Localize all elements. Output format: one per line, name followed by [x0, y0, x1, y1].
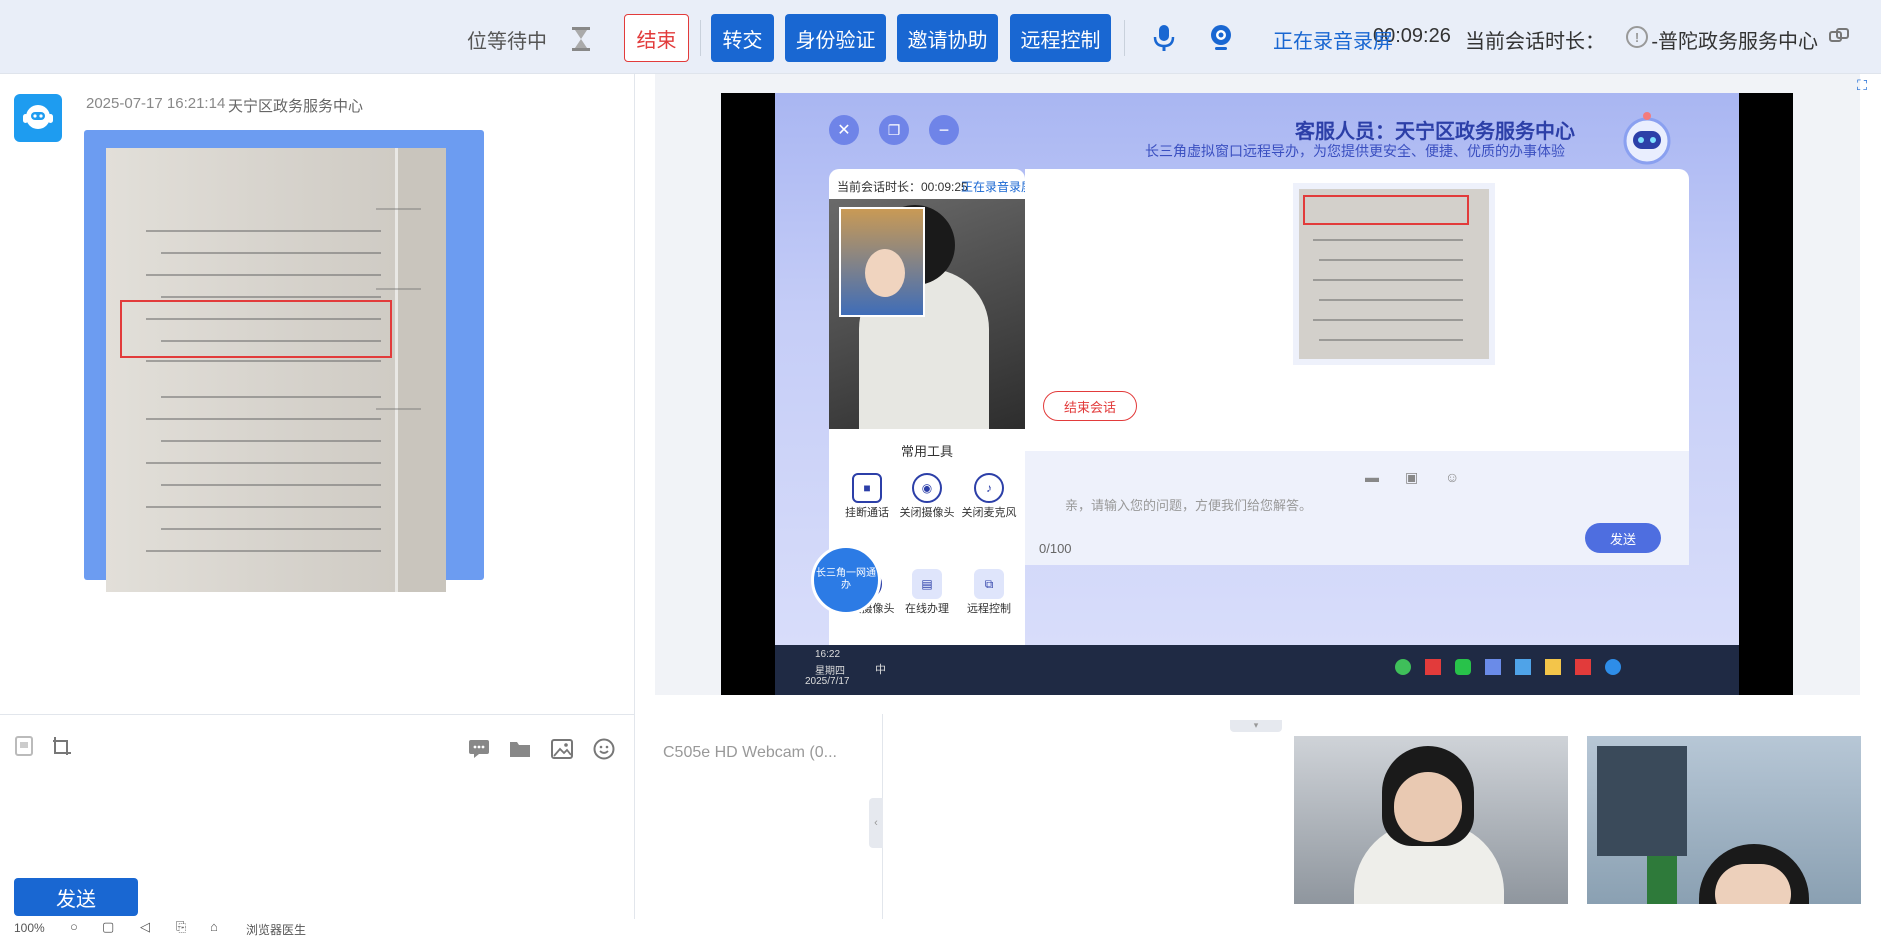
end-session-button[interactable]: 结束会话: [1043, 391, 1137, 421]
identity-verify-button[interactable]: 身份验证: [785, 14, 886, 62]
image-icon[interactable]: [550, 737, 574, 761]
end-button[interactable]: 结束: [624, 14, 689, 62]
remote-screen-view[interactable]: ✕ ❐ − 客服人员：天宁区政务服务中心 长三角虚拟窗口远程导办，为您提供更安全…: [655, 74, 1867, 732]
remote-document-thumb: [1293, 183, 1495, 365]
folder-icon-remote[interactable]: ▬: [1365, 469, 1379, 485]
collapse-handle[interactable]: ‹: [869, 798, 883, 848]
remote-send-button[interactable]: 发送: [1585, 523, 1661, 553]
zoom-icon[interactable]: ○: [70, 919, 78, 934]
taskbar-lang: 中: [875, 664, 886, 676]
top-toolbar: 普陀政务服务中心- ! 00:09:26 当前会话时长： 正在录音录屏 远程控制…: [0, 0, 1881, 74]
tools-title: 常用工具: [901, 444, 954, 459]
remote-input-placeholder: 亲，请输入您的问题，方便我们给您解答。: [1065, 498, 1313, 513]
queue-status: 位等待中: [467, 31, 547, 53]
camera-off-tool[interactable]: ◉ 关闭摄像头: [899, 473, 955, 521]
agent-video-thumb[interactable]: [1294, 736, 1568, 904]
info-icon[interactable]: !: [1626, 26, 1648, 48]
remote-subtitle: 长三角虚拟窗口远程导办，为您提供更安全、便捷、优质的办事体验: [1145, 143, 1565, 159]
document-photo[interactable]: [106, 148, 446, 592]
camera-icon[interactable]: [1206, 22, 1236, 54]
taskbar-time: 16:22: [815, 649, 841, 660]
minimize-icon[interactable]: −: [929, 115, 959, 145]
chat-panel: 天宁区政务服务中心 2025-07-17 16:21:14: [0, 74, 635, 714]
webcam-name[interactable]: C505e HD Webcam (0...: [663, 744, 837, 762]
audio-icon[interactable]: ◁: [140, 919, 150, 935]
highlight-box: [120, 300, 392, 358]
char-count: 0/100: [1039, 541, 1072, 556]
screenshot-icon[interactable]: [14, 735, 34, 757]
quick-reply-icon[interactable]: [467, 737, 491, 761]
hangup-tool[interactable]: ■ 挂断通话: [839, 473, 895, 521]
agent-avatar: [14, 94, 62, 142]
remote-input-box[interactable]: ☺ ▣ ▬ 亲，请输入您的问题，方便我们给您解答。 0/100 发送: [1025, 451, 1689, 565]
chat-sender: 天宁区政务服务中心: [228, 98, 364, 115]
video-tools-column: 当前会话时长：00:09:25 正在录音录屏 常用工具 ■ 挂断通话: [829, 169, 1025, 565]
remote-chat-area: 结束会话 ☺ ▣ ▬ 亲，请输入您的问题，方便我们给您解答。 0/100 发送: [1025, 169, 1689, 565]
image-icon-remote[interactable]: ▣: [1405, 469, 1418, 486]
center-name: 普陀政务服务中心-: [1651, 31, 1818, 53]
close-icon[interactable]: ✕: [829, 115, 859, 145]
message-input-area: 发送: [0, 714, 635, 919]
browser-doctor[interactable]: 浏览器医生: [246, 921, 306, 938]
badge-icon: 长三角一网通办: [811, 545, 881, 615]
session-label: 当前会话时长：: [1465, 31, 1605, 53]
expand-handle[interactable]: ▾: [1230, 720, 1282, 732]
remote-control-tool[interactable]: ⧉ 远程控制: [959, 569, 1019, 617]
remote-taskbar: 16:22 星期四 2025/7/17 中: [775, 645, 1739, 695]
restore-icon[interactable]: ❐: [879, 115, 909, 145]
window-icon[interactable]: ▢: [102, 919, 114, 935]
taskbar-day: 星期四: [815, 666, 845, 677]
hourglass-icon: [568, 25, 594, 53]
transfer-button[interactable]: 转交: [711, 14, 774, 62]
robot-icon: [1617, 109, 1677, 169]
taskbar-apps: [1395, 659, 1715, 679]
crop-icon[interactable]: [50, 734, 74, 758]
emoji-icon[interactable]: [592, 737, 616, 761]
microphone-icon[interactable]: [1149, 22, 1179, 54]
remote-control-button[interactable]: 远程控制: [1010, 14, 1111, 62]
send-button[interactable]: 发送: [14, 878, 138, 916]
mic-off-tool[interactable]: ♪ 关闭麦克风: [959, 473, 1019, 521]
remote-recording: 正在录音录屏: [961, 180, 1025, 194]
emoji-icon-remote[interactable]: ☺: [1445, 469, 1459, 485]
invite-assist-button[interactable]: 邀请协助: [897, 14, 998, 62]
local-pip: [839, 207, 925, 317]
screen-frame: ✕ ❐ − 客服人员：天宁区政务服务中心 长三角虚拟窗口远程导办，为您提供更安全…: [721, 93, 1793, 695]
remote-app-window: ✕ ❐ − 客服人员：天宁区政务服务中心 长三角虚拟窗口远程导办，为您提供更安全…: [775, 93, 1739, 645]
online-handle-tool[interactable]: ▤ 在线办理: [899, 569, 955, 617]
zoom-level[interactable]: 100%: [14, 921, 45, 935]
message-bubble[interactable]: [84, 130, 484, 592]
remote-title: 客服人员：天宁区政务服务中心: [1295, 121, 1575, 143]
customer-video-thumb[interactable]: [1587, 736, 1861, 904]
chat-timestamp: 2025-07-17 16:21:14: [86, 95, 226, 112]
remote-session-time: 当前会话时长：00:09:25: [837, 180, 968, 194]
taskbar-date: 2025/7/17: [805, 676, 850, 687]
webcam-panel: C505e HD Webcam (0... ‹: [635, 714, 883, 919]
extension-icon[interactable]: ⌂: [210, 919, 218, 934]
remote-agent-video: [829, 199, 1025, 429]
link-icon[interactable]: [1826, 24, 1852, 50]
recording-status: 正在录音录屏: [1273, 31, 1393, 53]
fullscreen-icon[interactable]: ⛶: [1854, 77, 1870, 93]
folder-icon[interactable]: [508, 737, 532, 761]
download-icon[interactable]: ⎘: [176, 919, 186, 935]
browser-status-bar: 100% ○ ▢ ◁ ⎘ ⌂ 浏览器医生: [0, 919, 1881, 937]
